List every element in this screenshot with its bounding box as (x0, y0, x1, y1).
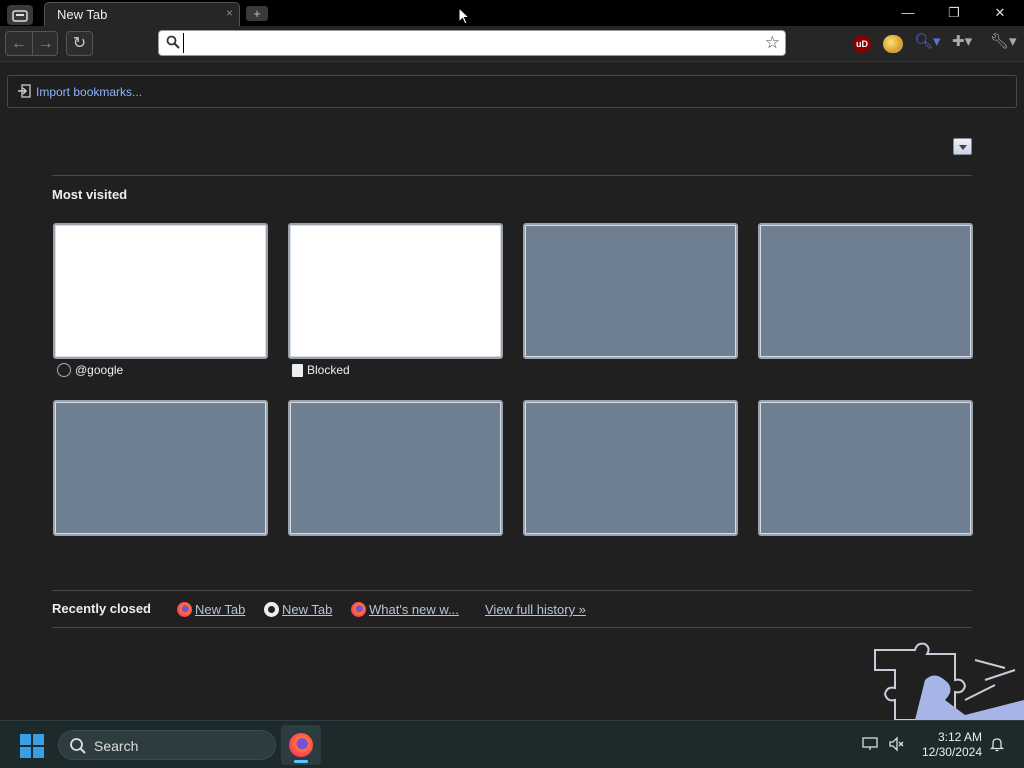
most-visited-tile[interactable] (53, 400, 268, 536)
bookmark-star-icon[interactable]: ☆ (765, 33, 780, 53)
firefox-icon (177, 602, 192, 617)
tab-title: New Tab (57, 7, 108, 22)
globe-icon (57, 363, 71, 377)
most-visited-title: Most visited (52, 187, 128, 202)
tile-label-text: @google (75, 363, 124, 377)
recently-closed-item[interactable]: New Tab (177, 602, 245, 617)
active-app-indicator (294, 760, 308, 763)
toolbar: ← → ↻ ☆ uD 🔍︎▾ ✚▾ 🔧︎▾ (0, 26, 1024, 62)
most-visited-tile-label[interactable]: @google (57, 363, 123, 377)
mouse-cursor-icon (458, 7, 470, 25)
divider (52, 590, 972, 591)
globe-extension-icon[interactable] (883, 35, 903, 53)
tab-overview-icon (12, 9, 28, 22)
github-icon (264, 602, 279, 617)
import-icon (18, 84, 31, 98)
close-window-button[interactable]: ✕ (990, 3, 1010, 23)
view-full-history-link[interactable]: View full history » (485, 602, 586, 617)
recently-closed-label: What's new w... (369, 602, 459, 617)
recently-closed-label: New Tab (282, 602, 333, 617)
firefox-icon (351, 602, 366, 617)
tab-new-tab[interactable]: New Tab × (44, 2, 240, 26)
extensions-puzzle-icon[interactable]: ✚▾ (952, 32, 972, 50)
most-visited-tile[interactable] (758, 400, 973, 536)
recently-closed-label: New Tab (195, 602, 246, 617)
most-visited-tile[interactable] (523, 223, 738, 359)
windows-start-icon[interactable] (20, 734, 44, 758)
taskbar-clock[interactable]: 3:12 AM 12/30/2024 (916, 730, 982, 760)
tab-strip: New Tab × + — ❐ ✕ (0, 0, 1024, 26)
bookmarks-bar: Import bookmarks... (7, 75, 1017, 108)
taskbar: Search 3:12 AM 12/30/2024 (0, 720, 1024, 768)
recently-closed-item[interactable]: What's new w... (351, 602, 459, 617)
recently-closed-title: Recently closed (52, 601, 151, 616)
omnibox[interactable]: ☆ (158, 30, 786, 56)
most-visited-tile[interactable] (53, 223, 268, 359)
search-extension-icon[interactable]: 🔍︎▾ (914, 32, 941, 50)
minimize-button[interactable]: — (898, 3, 918, 23)
most-visited-tile[interactable] (288, 223, 503, 359)
most-visited-tile-label[interactable]: Blocked (292, 363, 350, 377)
firefox-icon (289, 733, 313, 757)
tile-label-text: Blocked (307, 363, 350, 377)
divider (52, 175, 972, 176)
most-visited-tile[interactable] (523, 400, 738, 536)
ublock-icon[interactable]: uD (853, 35, 871, 53)
taskbar-firefox-button[interactable] (281, 725, 321, 765)
volume-muted-icon[interactable] (888, 736, 904, 752)
network-icon[interactable] (862, 736, 878, 752)
recently-closed-item[interactable]: New Tab (264, 602, 332, 617)
wrench-menu-icon[interactable]: 🔧︎▾ (990, 32, 1017, 50)
page-icon (292, 363, 303, 377)
page-menu-dropdown-button[interactable] (953, 138, 972, 155)
address-input[interactable] (183, 33, 753, 53)
most-visited-tile[interactable] (288, 400, 503, 536)
nav-button-group: ← → (5, 31, 58, 56)
restore-button[interactable]: ❐ (944, 3, 964, 23)
search-icon (166, 35, 180, 49)
puzzle-decoration-icon (874, 642, 1024, 720)
import-bookmarks-link[interactable]: Import bookmarks... (36, 85, 142, 99)
clock-date: 12/30/2024 (921, 745, 982, 759)
taskbar-search-label: Search (94, 738, 139, 754)
back-button[interactable]: ← (6, 32, 32, 55)
tab-overview-button[interactable] (7, 5, 33, 25)
clock-time: 3:12 AM (937, 730, 982, 744)
tab-close-icon[interactable]: × (226, 6, 233, 20)
forward-button[interactable]: → (32, 32, 58, 55)
notification-bell-icon[interactable] (989, 736, 1005, 752)
search-icon (70, 738, 86, 754)
divider (52, 627, 972, 628)
most-visited-tile[interactable] (758, 223, 973, 359)
view-full-history-label: View full history » (485, 602, 586, 617)
reload-button[interactable]: ↻ (66, 31, 93, 56)
taskbar-search-box[interactable]: Search (58, 730, 276, 760)
new-tab-button[interactable]: + (246, 6, 268, 21)
